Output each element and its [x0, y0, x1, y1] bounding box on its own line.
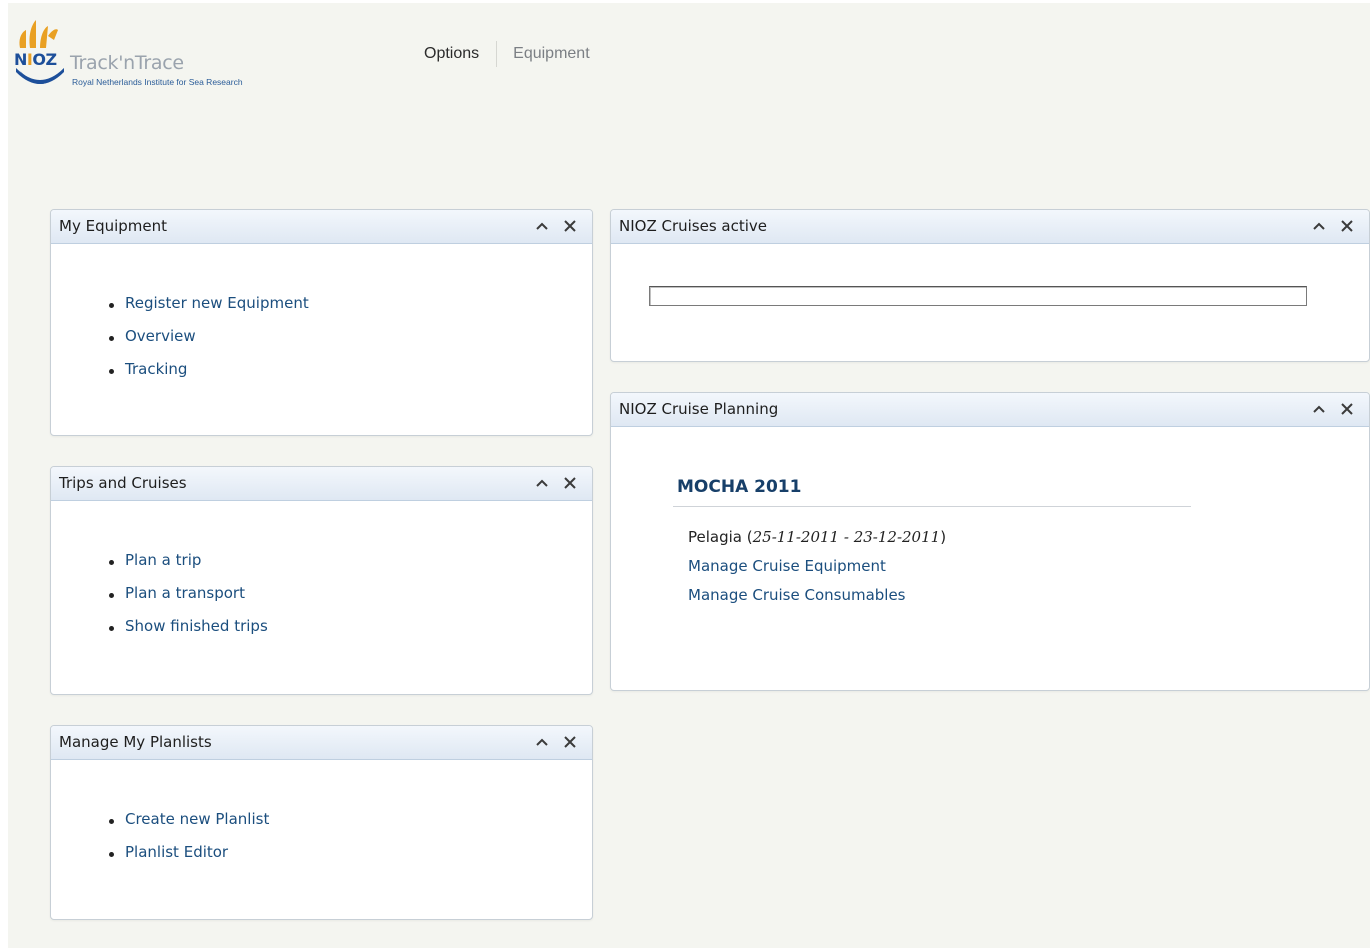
active-cruises-field[interactable] — [649, 286, 1307, 306]
collapse-chevron-icon[interactable] — [534, 475, 550, 491]
close-x-icon[interactable] — [1339, 401, 1355, 417]
widget-header: NIOZ Cruises active — [611, 210, 1369, 244]
my-equipment-widget: My Equipment Register new Equipment Over… — [50, 209, 593, 436]
logo-subtitle: Royal Netherlands Institute for Sea Rese… — [72, 77, 243, 87]
cruise-title: MOCHA 2011 — [677, 477, 802, 497]
trips-cruises-widget: Trips and Cruises Plan a trip Plan a tra… — [50, 466, 593, 695]
widget-title: Trips and Cruises — [59, 474, 187, 492]
list-item: Plan a transport — [109, 584, 268, 617]
link-list: Plan a trip Plan a transport Show finish… — [109, 551, 268, 650]
widget-title: My Equipment — [59, 217, 168, 235]
widget-title: Manage My Planlists — [59, 733, 212, 751]
plan-trip-link[interactable]: Plan a trip — [125, 551, 201, 569]
manage-cruise-consumables-link[interactable]: Manage Cruise Consumables — [688, 586, 906, 604]
widget-header: NIOZ Cruise Planning — [611, 393, 1369, 427]
plan-transport-link[interactable]: Plan a transport — [125, 584, 245, 602]
collapse-chevron-icon[interactable] — [534, 734, 550, 750]
ship-name: Pelagia — [688, 528, 742, 546]
cruise-planning-widget: NIOZ Cruise Planning MOCHA 2011 Pelagia … — [610, 392, 1370, 691]
nav-options-link[interactable]: Options — [424, 45, 496, 63]
widget-header: Manage My Planlists — [51, 726, 592, 760]
divider — [673, 506, 1191, 507]
list-item: Tracking — [109, 360, 309, 393]
list-item: Register new Equipment — [109, 294, 309, 327]
list-item: Create new Planlist — [108, 810, 269, 843]
top-nav: Options Equipment — [424, 40, 590, 68]
ship-dates: Pelagia (25-11-2011 - 23-12-2011) — [688, 528, 947, 546]
nav-equipment-link[interactable]: Equipment — [497, 45, 590, 63]
widget-header: Trips and Cruises — [51, 467, 592, 501]
widget-controls — [1311, 218, 1355, 234]
widget-controls — [534, 475, 578, 491]
widget-title: NIOZ Cruise Planning — [619, 400, 779, 418]
list-item: Planlist Editor — [108, 843, 269, 876]
logo-wordmark: NIOZ — [14, 50, 57, 69]
overview-link[interactable]: Overview — [125, 327, 196, 345]
widget-controls — [534, 218, 578, 234]
collapse-chevron-icon[interactable] — [534, 218, 550, 234]
widget-header: My Equipment — [51, 210, 592, 244]
create-planlist-link[interactable]: Create new Planlist — [125, 810, 269, 828]
close-x-icon[interactable] — [562, 734, 578, 750]
list-item: Show finished trips — [109, 617, 268, 650]
widget-title: NIOZ Cruises active — [619, 217, 768, 235]
widget-controls — [534, 734, 578, 750]
close-x-icon[interactable] — [1339, 218, 1355, 234]
planlists-widget: Manage My Planlists Create new Planlist … — [50, 725, 593, 920]
app-title: Track'nTrace — [70, 52, 184, 74]
close-x-icon[interactable] — [562, 218, 578, 234]
app-logo[interactable]: NIOZ Track'nTrace Royal Netherlands Inst… — [14, 10, 274, 96]
cruise-dates: 25-11-2011 - 23-12-2011 — [752, 528, 941, 546]
list-item: Overview — [109, 327, 309, 360]
widget-controls — [1311, 401, 1355, 417]
show-finished-trips-link[interactable]: Show finished trips — [125, 617, 268, 635]
planlist-editor-link[interactable]: Planlist Editor — [125, 843, 228, 861]
link-list: Register new Equipment Overview Tracking — [109, 294, 309, 393]
register-equipment-link[interactable]: Register new Equipment — [125, 294, 309, 312]
cruises-active-widget: NIOZ Cruises active — [610, 209, 1370, 362]
collapse-chevron-icon[interactable] — [1311, 401, 1327, 417]
close-x-icon[interactable] — [562, 475, 578, 491]
manage-cruise-equipment-link[interactable]: Manage Cruise Equipment — [688, 557, 886, 575]
list-item: Plan a trip — [109, 551, 268, 584]
tracking-link[interactable]: Tracking — [125, 360, 187, 378]
link-list: Create new Planlist Planlist Editor — [108, 810, 269, 876]
collapse-chevron-icon[interactable] — [1311, 218, 1327, 234]
